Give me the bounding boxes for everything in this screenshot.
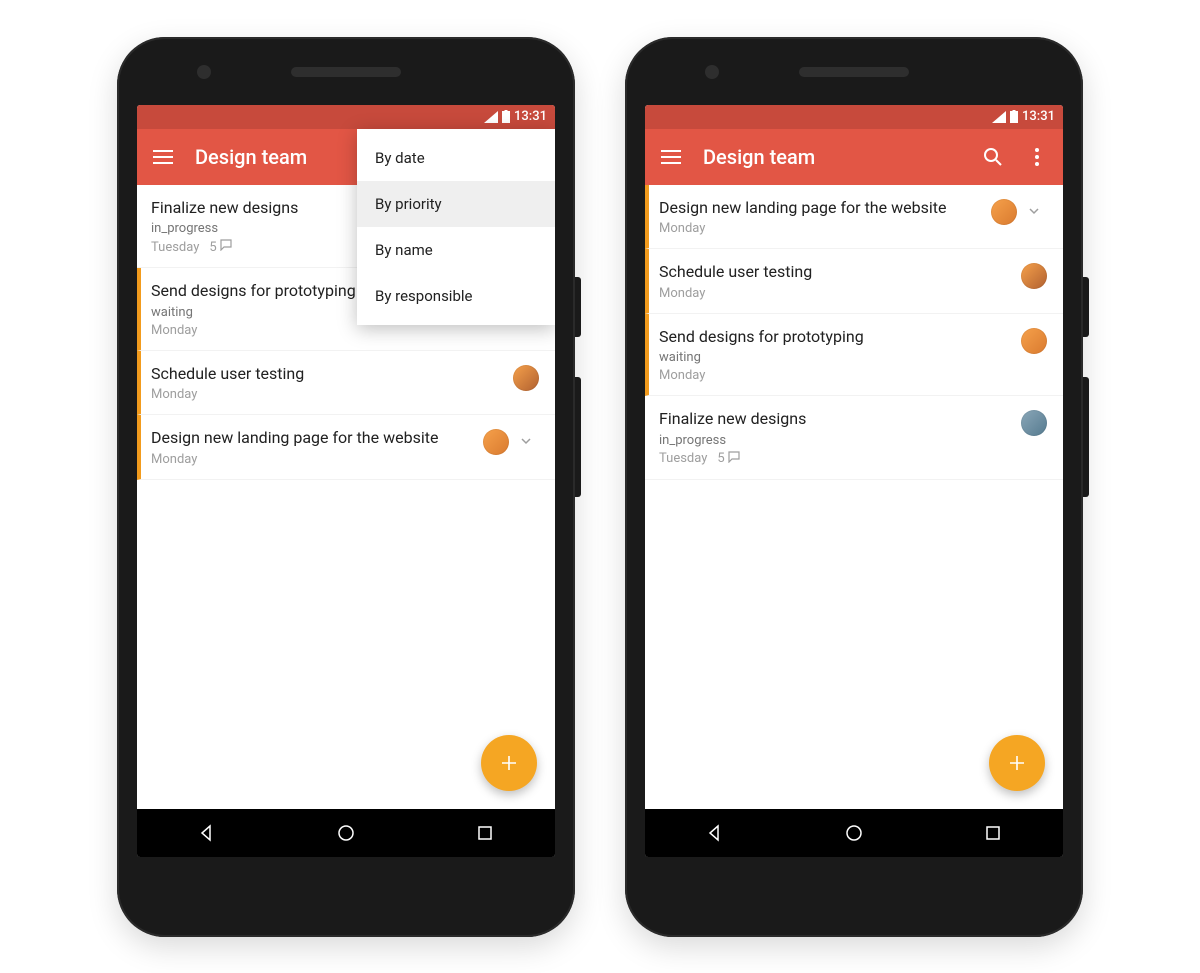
task-row[interactable]: Schedule user testing Monday [645, 249, 1063, 314]
avatar [513, 365, 539, 391]
phone-camera [197, 65, 211, 79]
task-status: in_progress [659, 433, 1011, 448]
sort-option-name[interactable]: By name [357, 227, 555, 273]
avatar [991, 199, 1017, 225]
sort-option-responsible[interactable]: By responsible [357, 273, 555, 319]
task-title: Finalize new designs [659, 408, 1011, 430]
fab-add-button[interactable] [481, 735, 537, 791]
task-date: Tuesday [151, 240, 199, 255]
chevron-down-icon[interactable] [1027, 203, 1047, 222]
signal-icon [484, 111, 498, 123]
task-title: Schedule user testing [659, 261, 1011, 283]
task-status: waiting [659, 350, 1011, 365]
search-icon[interactable] [981, 145, 1005, 169]
back-button[interactable] [195, 821, 219, 845]
battery-icon [502, 110, 510, 123]
task-row[interactable]: Schedule user testing Monday [137, 351, 555, 416]
task-date: Monday [151, 452, 197, 467]
screen-left: 13:31 Design team By date By priority By… [137, 105, 555, 857]
task-title: Schedule user testing [151, 363, 503, 385]
more-icon[interactable] [1025, 145, 1049, 169]
phone-mockup-right: 13:31 Design team Design new landing pag… [625, 37, 1083, 937]
phone-speaker [799, 67, 909, 77]
comment-icon [728, 451, 740, 467]
screen-right: 13:31 Design team Design new landing pag… [645, 105, 1063, 857]
android-nav-bar [137, 809, 555, 857]
task-date: Monday [659, 368, 705, 383]
task-row[interactable]: Design new landing page for the website … [137, 415, 555, 480]
battery-icon [1010, 110, 1018, 123]
android-nav-bar [645, 809, 1063, 857]
menu-icon[interactable] [151, 145, 175, 169]
task-date: Monday [151, 323, 197, 338]
status-bar: 13:31 [645, 105, 1063, 129]
fab-add-button[interactable] [989, 735, 1045, 791]
avatar [483, 429, 509, 455]
task-comments: 5 [209, 239, 231, 255]
sort-option-priority[interactable]: By priority [357, 181, 555, 227]
phone-speaker [291, 67, 401, 77]
avatar [1021, 410, 1047, 436]
avatar [1021, 328, 1047, 354]
signal-icon [992, 111, 1006, 123]
phone-mockup-left: 13:31 Design team By date By priority By… [117, 37, 575, 937]
app-bar: Design team [645, 129, 1063, 185]
status-time: 13:31 [514, 109, 547, 124]
task-row[interactable]: Send designs for prototyping waiting Mon… [645, 314, 1063, 397]
status-bar: 13:31 [137, 105, 555, 129]
task-date: Monday [659, 221, 705, 236]
task-title: Design new landing page for the website [151, 427, 473, 449]
back-button[interactable] [703, 821, 727, 845]
task-list[interactable]: Design new landing page for the website … [645, 185, 1063, 809]
task-date: Tuesday [659, 451, 707, 466]
status-time: 13:31 [1022, 109, 1055, 124]
menu-icon[interactable] [659, 145, 683, 169]
sort-menu: By date By priority By name By responsib… [357, 129, 555, 325]
task-row[interactable]: Finalize new designs in_progress Tuesday… [645, 396, 1063, 480]
task-comments: 5 [717, 451, 739, 467]
phone-camera [705, 65, 719, 79]
task-date: Monday [659, 286, 705, 301]
comment-icon [220, 239, 232, 255]
home-button[interactable] [842, 821, 866, 845]
recents-button[interactable] [981, 821, 1005, 845]
recents-button[interactable] [473, 821, 497, 845]
task-title: Send designs for prototyping [659, 326, 1011, 348]
chevron-down-icon[interactable] [519, 433, 539, 452]
task-row[interactable]: Design new landing page for the website … [645, 185, 1063, 250]
task-title: Design new landing page for the website [659, 197, 981, 219]
avatar [1021, 263, 1047, 289]
task-date: Monday [151, 387, 197, 402]
app-title: Design team [703, 145, 961, 169]
home-button[interactable] [334, 821, 358, 845]
sort-option-date[interactable]: By date [357, 135, 555, 181]
